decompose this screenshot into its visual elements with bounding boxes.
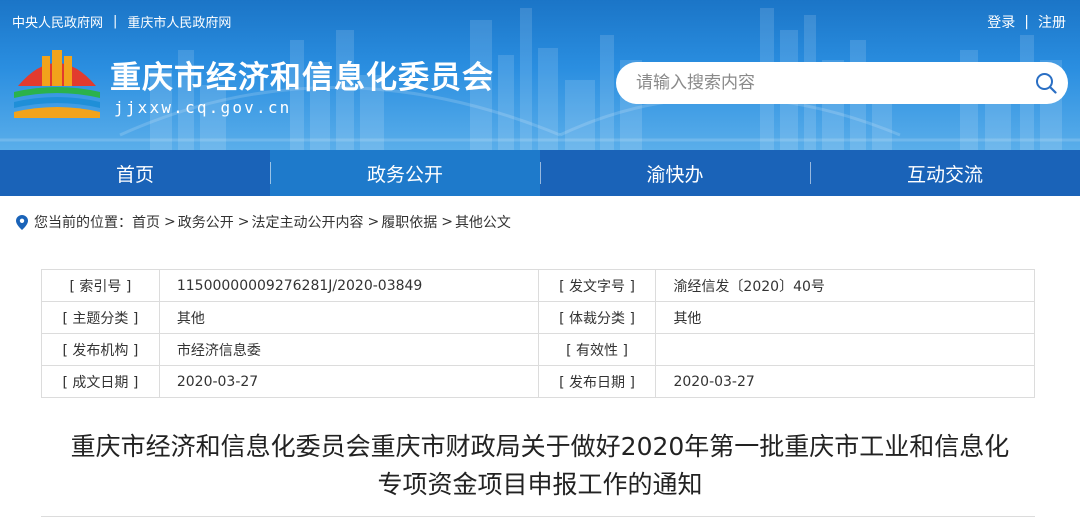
breadcrumb-separator: > (441, 214, 453, 230)
issuing-agency-value: 市经济信息委 (158, 333, 539, 366)
document-number-label: [ 发文字号 ] (537, 269, 657, 302)
breadcrumb-other-documents[interactable]: 其他公文 (455, 212, 511, 232)
register-link[interactable]: 注册 (1038, 12, 1066, 32)
table-row: [ 主题分类 ] 其他 [ 体裁分类 ] 其他 (41, 301, 1035, 334)
breadcrumb-home[interactable]: 首页 (132, 212, 160, 232)
search-input[interactable] (616, 62, 1024, 104)
top-links: 中央人民政府网 | 重庆市人民政府网 (12, 12, 231, 31)
divider (41, 516, 1035, 517)
publish-date-label: [ 发布日期 ] (537, 365, 657, 398)
breadcrumb-statutory-disclosure[interactable]: 法定主动公开内容 (251, 212, 363, 232)
nav-item-government-affairs[interactable]: 政务公开 (270, 150, 540, 196)
location-pin-icon (16, 214, 28, 230)
topic-category-value: 其他 (158, 301, 539, 334)
site-header: 中央人民政府网 | 重庆市人民政府网 登录 | 注册 重庆市经济和信息化委员会 … (0, 0, 1080, 150)
written-date-value: 2020-03-27 (158, 365, 539, 398)
validity-value (655, 333, 1035, 366)
written-date-label: [ 成文日期 ] (41, 365, 160, 398)
breadcrumb-government-affairs[interactable]: 政务公开 (178, 212, 234, 232)
site-domain: jjxxw.cq.gov.cn (114, 98, 292, 117)
document-info-table: [ 索引号 ] 11500000009276281J/2020-03849 [ … (41, 269, 1035, 398)
user-links: 登录 | 注册 (987, 12, 1066, 32)
table-row: [ 发布机构 ] 市经济信息委 [ 有效性 ] (41, 333, 1035, 366)
top-links-separator: | (113, 14, 118, 29)
breadcrumb-separator: > (237, 214, 250, 230)
document-number-value: 渝经信发〔2020〕40号 (655, 269, 1035, 302)
breadcrumb-prefix: 您当前的位置： (34, 215, 132, 231)
breadcrumb-duty-basis[interactable]: 履职依据 (381, 212, 437, 232)
search-icon[interactable] (1024, 62, 1068, 104)
site-logo[interactable] (12, 46, 102, 118)
link-chongqing-gov[interactable]: 重庆市人民政府网 (127, 12, 231, 31)
link-central-gov[interactable]: 中央人民政府网 (12, 12, 103, 31)
site-title[interactable]: 重庆市经济和信息化委员会 (110, 52, 494, 97)
user-links-separator: | (1024, 14, 1029, 30)
index-number-value: 11500000009276281J/2020-03849 (158, 269, 539, 302)
genre-category-label: [ 体裁分类 ] (537, 301, 657, 334)
publish-date-value: 2020-03-27 (655, 365, 1035, 398)
issuing-agency-label: [ 发布机构 ] (41, 333, 160, 366)
table-row: [ 成文日期 ] 2020-03-27 [ 发布日期 ] 2020-03-27 (41, 365, 1035, 398)
topic-category-label: [ 主题分类 ] (41, 301, 160, 334)
validity-label: [ 有效性 ] (537, 333, 657, 366)
nav-item-yukuaiban[interactable]: 渝快办 (540, 150, 810, 196)
document-title: 重庆市经济和信息化委员会重庆市财政局关于做好2020年第一批重庆市工业和信息化 … (30, 428, 1050, 504)
search-bar (616, 62, 1068, 104)
main-nav: 首页 政务公开 渝快办 互动交流 (0, 150, 1080, 196)
document-title-line-1: 重庆市经济和信息化委员会重庆市财政局关于做好2020年第一批重庆市工业和信息化 (70, 432, 1010, 461)
nav-item-interaction[interactable]: 互动交流 (810, 150, 1080, 196)
breadcrumb: 您当前的位置： 首页 > 政务公开 > 法定主动公开内容 > 履职依据 > 其他… (16, 212, 511, 232)
breadcrumb-separator: > (367, 214, 380, 230)
genre-category-value: 其他 (655, 301, 1035, 334)
login-link[interactable]: 登录 (987, 12, 1015, 32)
breadcrumb-separator: > (164, 214, 176, 230)
index-number-label: [ 索引号 ] (41, 269, 160, 302)
document-title-line-2: 专项资金项目申报工作的通知 (377, 470, 703, 499)
nav-item-home[interactable]: 首页 (0, 150, 270, 196)
table-row: [ 索引号 ] 11500000009276281J/2020-03849 [ … (41, 269, 1035, 302)
